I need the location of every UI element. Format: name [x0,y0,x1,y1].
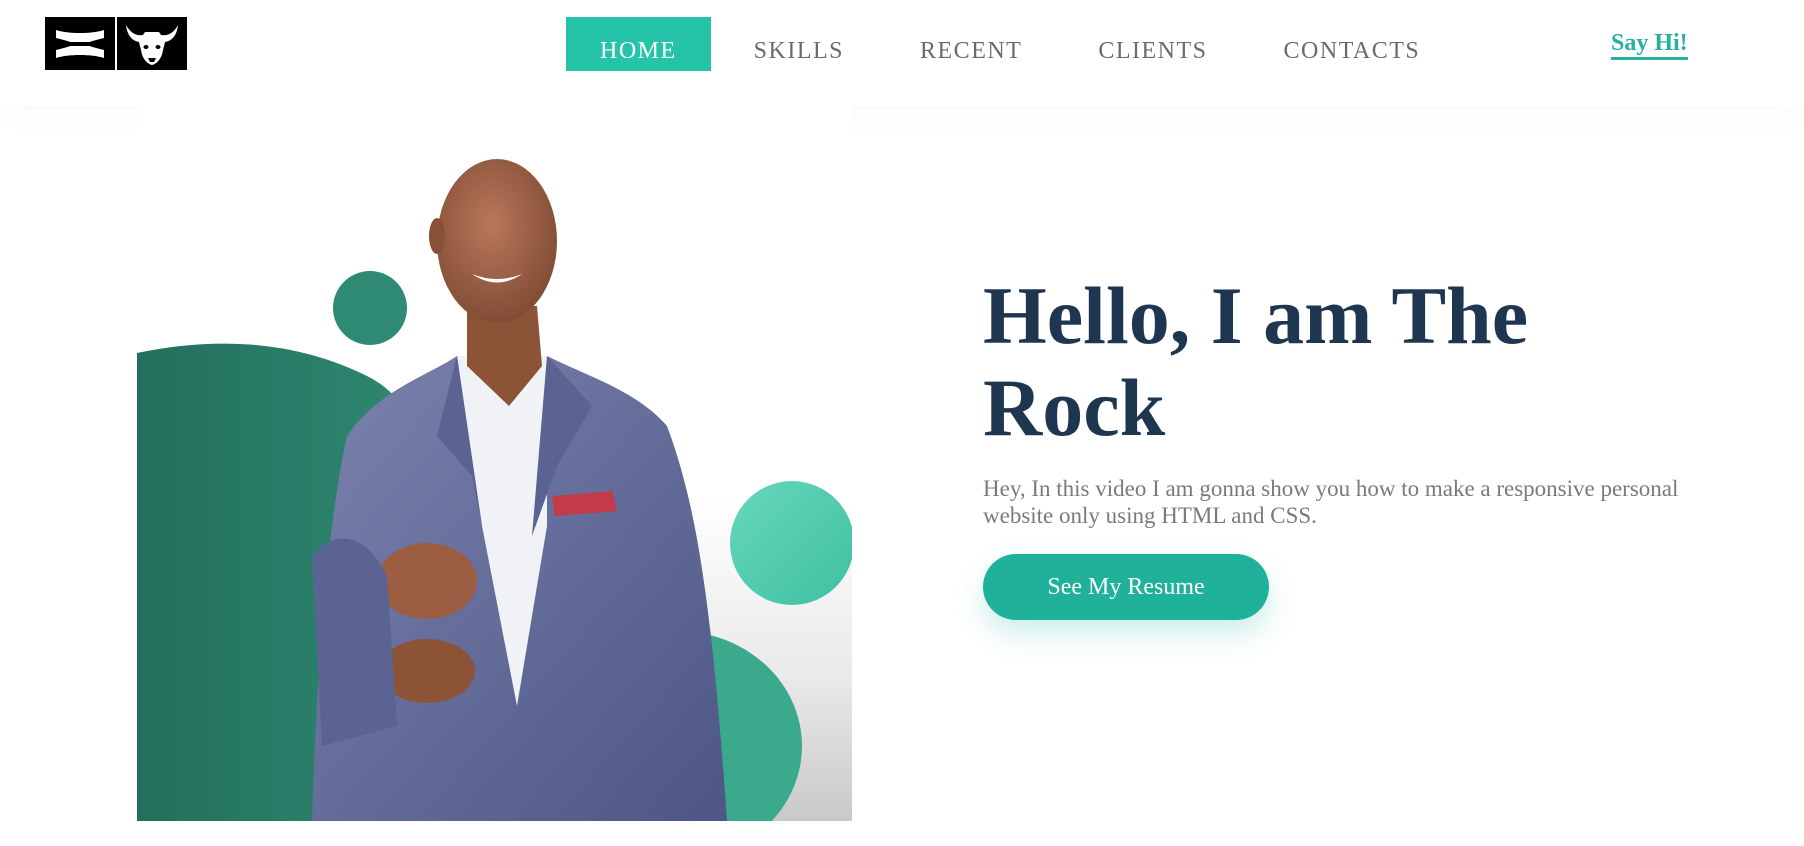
hero-portrait-image [137,106,852,821]
see-resume-button[interactable]: See My Resume [983,554,1269,620]
say-hi-link[interactable]: Say Hi! [1611,30,1688,61]
hand-upper [377,543,477,619]
under-armour-icon [45,17,115,70]
main-nav: HOME SKILLS RECENT CLIENTS CONTACTS [566,17,1420,71]
ear [429,218,445,254]
head [437,159,557,323]
nav-home[interactable]: HOME [566,17,711,71]
nav-contacts[interactable]: CONTACTS [1284,17,1421,71]
bull-icon [117,17,187,70]
small-teal-circle [333,271,407,345]
right-teal-circle [730,481,852,605]
hero-subtitle: Hey, In this video I am gonna show you h… [983,476,1679,528]
portrait-illustration [137,159,852,821]
nav-clients[interactable]: CLIENTS [1098,17,1207,71]
brand-logo[interactable] [45,17,187,70]
nav-skills[interactable]: SKILLS [754,17,844,71]
site-header: HOME SKILLS RECENT CLIENTS CONTACTS Say … [0,0,1804,106]
nav-recent[interactable]: RECENT [920,17,1022,71]
hero-title: Hello, I am The Rock [983,270,1529,453]
